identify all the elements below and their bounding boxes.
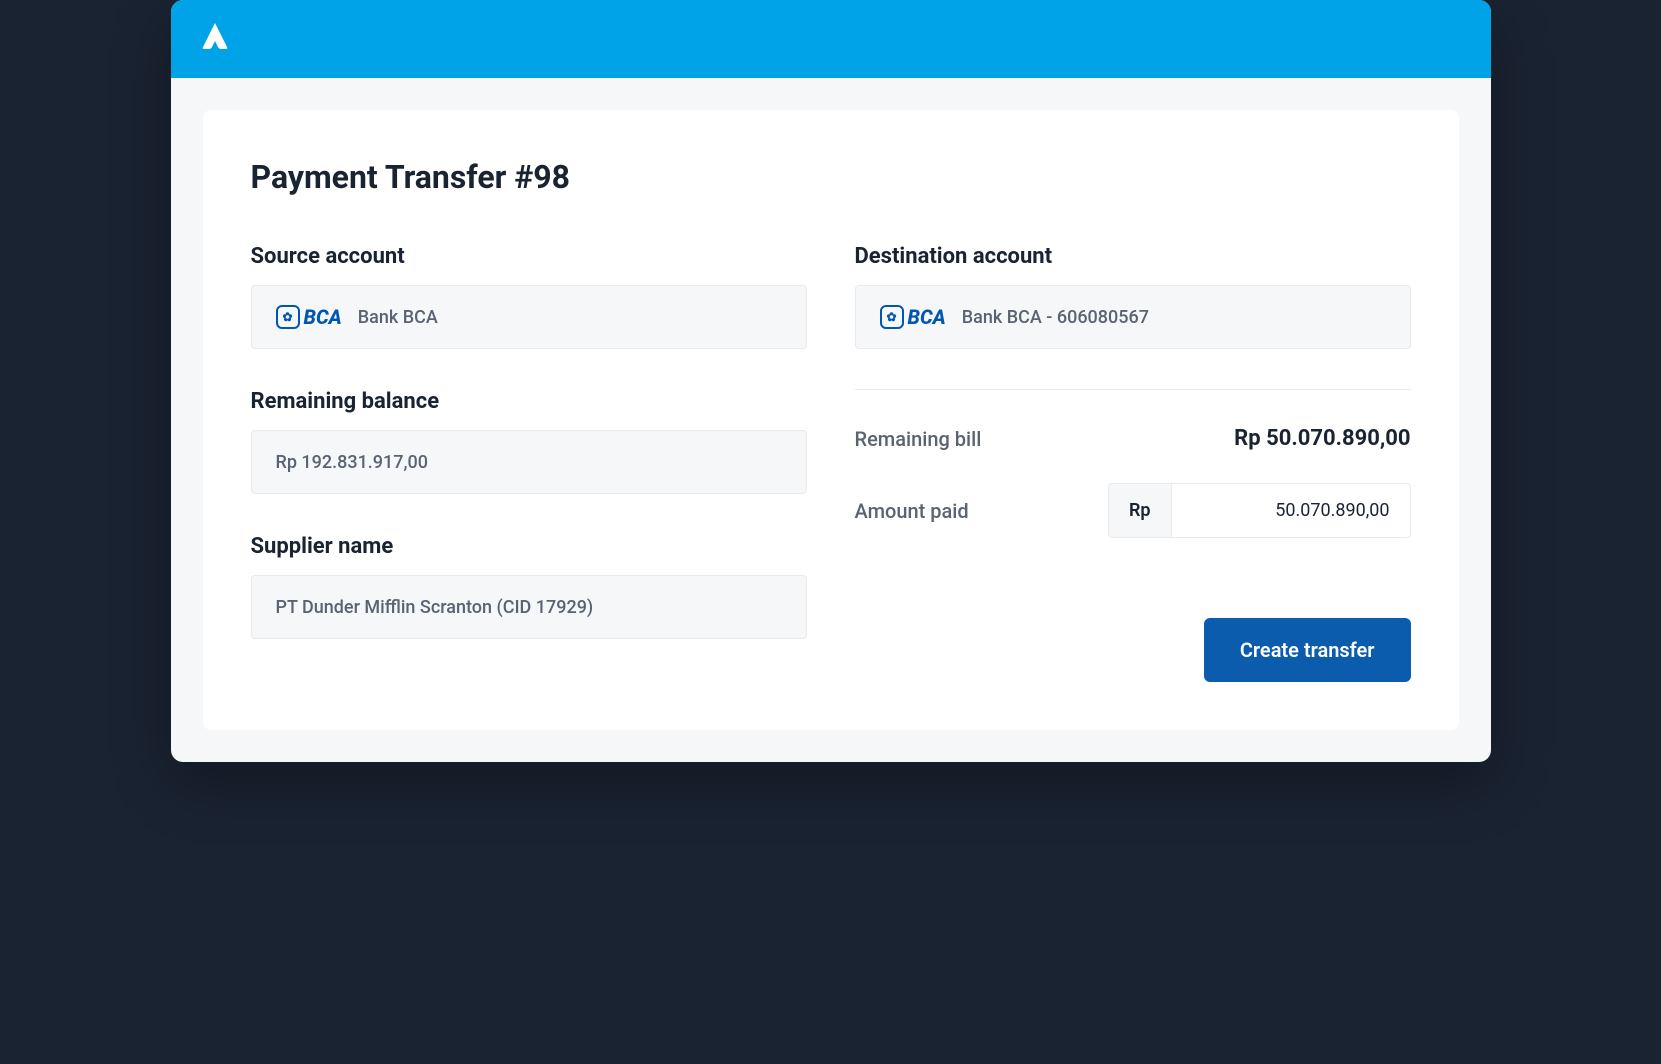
app-window: Payment Transfer #98 Source account ✿ BC…: [171, 0, 1491, 762]
remaining-balance-box: Rp 192.831.917,00: [251, 430, 807, 494]
source-account-label: Source account: [251, 244, 807, 269]
source-account-box[interactable]: ✿ BCA Bank BCA: [251, 285, 807, 349]
left-column: Source account ✿ BCA Bank BCA Remaining …: [251, 244, 807, 682]
amount-paid-input-group: Rp: [1108, 483, 1411, 538]
divider: [855, 389, 1411, 390]
amount-paid-input[interactable]: [1171, 483, 1411, 538]
remaining-balance-value: Rp 192.831.917,00: [276, 452, 428, 473]
amount-paid-row: Amount paid Rp: [855, 483, 1411, 538]
bca-bank-logo-icon: ✿ BCA: [880, 305, 946, 329]
remaining-balance-label: Remaining balance: [251, 389, 807, 414]
destination-account-label: Destination account: [855, 244, 1411, 269]
content-card: Payment Transfer #98 Source account ✿ BC…: [203, 110, 1459, 730]
remaining-bill-row: Remaining bill Rp 50.070.890,00: [855, 426, 1411, 451]
destination-account-value: Bank BCA - 606080567: [962, 307, 1149, 328]
bca-bank-logo-icon: ✿ BCA: [276, 305, 342, 329]
remaining-bill-label: Remaining bill: [855, 427, 982, 451]
remaining-bill-value: Rp 50.070.890,00: [1234, 426, 1410, 451]
source-account-field: Source account ✿ BCA Bank BCA: [251, 244, 807, 349]
destination-account-box[interactable]: ✿ BCA Bank BCA - 606080567: [855, 285, 1411, 349]
app-logo-icon: [195, 19, 235, 59]
currency-prefix: Rp: [1108, 483, 1171, 538]
form-columns: Source account ✿ BCA Bank BCA Remaining …: [251, 244, 1411, 682]
right-column: Destination account ✿ BCA Bank BCA - 606…: [855, 244, 1411, 682]
source-account-value: Bank BCA: [358, 307, 438, 328]
page-title: Payment Transfer #98: [251, 158, 1411, 196]
supplier-name-box: PT Dunder Mifflin Scranton (CID 17929): [251, 575, 807, 639]
supplier-name-field: Supplier name PT Dunder Mifflin Scranton…: [251, 534, 807, 639]
destination-account-field: Destination account ✿ BCA Bank BCA - 606…: [855, 244, 1411, 349]
supplier-name-label: Supplier name: [251, 534, 807, 559]
amount-paid-label: Amount paid: [855, 499, 969, 523]
header-bar: [171, 0, 1491, 78]
button-row: Create transfer: [855, 618, 1411, 682]
create-transfer-button[interactable]: Create transfer: [1204, 618, 1411, 682]
supplier-name-value: PT Dunder Mifflin Scranton (CID 17929): [276, 597, 594, 618]
remaining-balance-field: Remaining balance Rp 192.831.917,00: [251, 389, 807, 494]
